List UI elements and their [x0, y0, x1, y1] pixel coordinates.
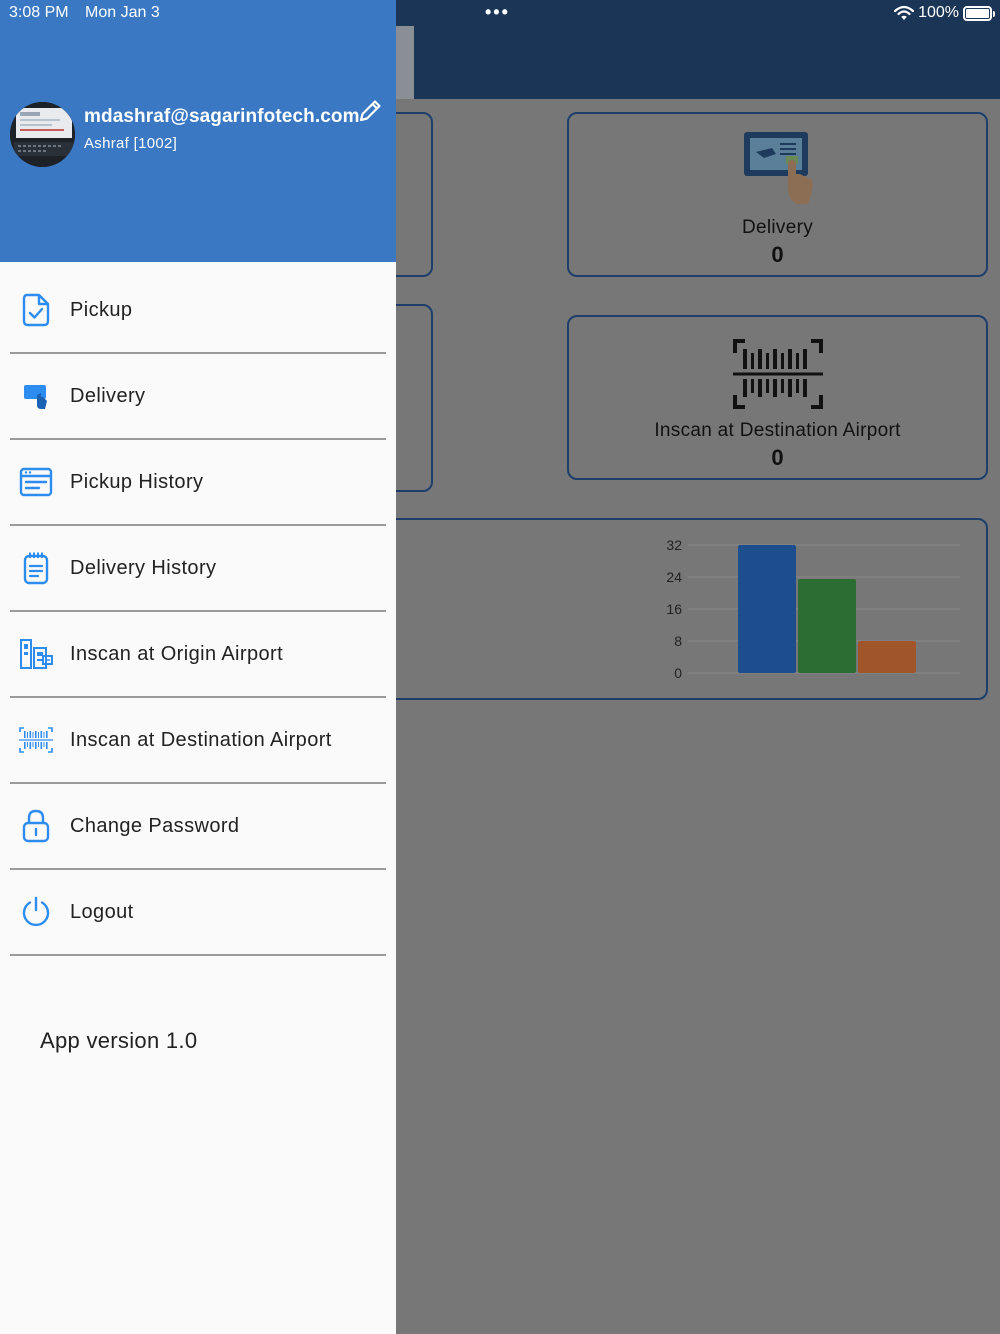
menu-item-delivery[interactable]: Delivery	[10, 354, 386, 440]
barcode-scan-icon	[19, 723, 53, 757]
menu-item-label: Inscan at Origin Airport	[70, 642, 284, 665]
menu-item-delivery-history[interactable]: Delivery History	[10, 526, 386, 612]
menu-item-label: Pickup	[70, 298, 133, 321]
inscan-card-label: Inscan at Destination Airport	[654, 420, 901, 441]
chart-bar[interactable]	[798, 579, 856, 673]
menu-item-change-password[interactable]: Change Password	[10, 784, 386, 870]
pickup-document-icon	[19, 293, 53, 327]
status-date: Mon Jan 3	[85, 4, 160, 21]
delivery-history-icon	[19, 551, 53, 585]
user-name: Ashraf [1002]	[84, 135, 178, 152]
menu-item-inscan-origin[interactable]: Inscan at Origin Airport	[10, 612, 386, 698]
bar-chart: 32 24 16 8 0	[666, 537, 960, 681]
menu-item-label: Delivery History	[70, 556, 217, 579]
edit-pencil-icon[interactable]	[356, 97, 384, 125]
menu-item-label: Logout	[70, 900, 134, 923]
chart-bar[interactable]	[858, 641, 916, 673]
dashboard-card-delivery[interactable]: Delivery 0	[567, 112, 988, 277]
chart-bar[interactable]	[738, 545, 796, 673]
status-right: 100%	[894, 4, 995, 22]
origin-airport-icon	[19, 637, 53, 671]
delivery-hand-icon	[19, 379, 53, 413]
delivery-card-count: 0	[771, 242, 784, 267]
pickup-history-icon	[19, 465, 53, 499]
multitasking-dots-icon[interactable]: •••	[485, 2, 510, 23]
chart-y-tick-label: 16	[666, 601, 682, 617]
chart-y-tick-label: 0	[674, 665, 682, 681]
avatar[interactable]	[10, 102, 75, 167]
status-bar: 3:08 PM Mon Jan 3 ••• 100%	[0, 0, 1000, 26]
menu-item-inscan-destination[interactable]: Inscan at Destination Airport	[10, 698, 386, 784]
lock-icon	[19, 809, 53, 843]
menu-item-label: Change Password	[70, 814, 240, 837]
menu-item-pickup-history[interactable]: Pickup History	[10, 440, 386, 526]
chart-y-tick-label: 32	[666, 537, 682, 553]
delivery-card-icon	[743, 132, 812, 204]
status-time: 3:08 PM	[9, 4, 69, 21]
avatar-photo	[10, 102, 75, 167]
barcode-card-icon	[732, 339, 823, 409]
battery-icon	[963, 5, 995, 21]
dashboard-card-inscan-destination[interactable]: Inscan at Destination Airport 0	[567, 315, 988, 480]
menu-item-logout[interactable]: Logout	[10, 870, 386, 956]
menu-item-label: Delivery	[70, 384, 146, 407]
menu-item-pickup[interactable]: Pickup	[10, 268, 386, 354]
drawer-menu: Pickup Delivery Pickup History Delivery …	[10, 268, 386, 956]
wifi-icon	[894, 5, 915, 20]
menu-item-label: Inscan at Destination Airport	[70, 728, 332, 751]
app-version-text: App version 1.0	[40, 1028, 198, 1053]
chart-y-tick-label: 8	[674, 633, 682, 649]
drawer-header: mdashraf@sagarinfotech.com Ashraf [1002]	[0, 0, 396, 262]
battery-percent: 100%	[918, 4, 959, 21]
inscan-card-count: 0	[771, 445, 784, 470]
delivery-card-label: Delivery	[741, 217, 814, 238]
app-bar-tab	[396, 26, 414, 99]
chart-y-tick-label: 24	[666, 569, 682, 585]
user-email: mdashraf@sagarinfotech.com	[84, 106, 360, 127]
power-icon	[19, 895, 53, 929]
menu-item-label: Pickup History	[70, 470, 204, 493]
dashboard-chart-card: 32 24 16 8 0	[360, 518, 988, 700]
navigation-drawer: mdashraf@sagarinfotech.com Ashraf [1002]…	[0, 0, 396, 1334]
